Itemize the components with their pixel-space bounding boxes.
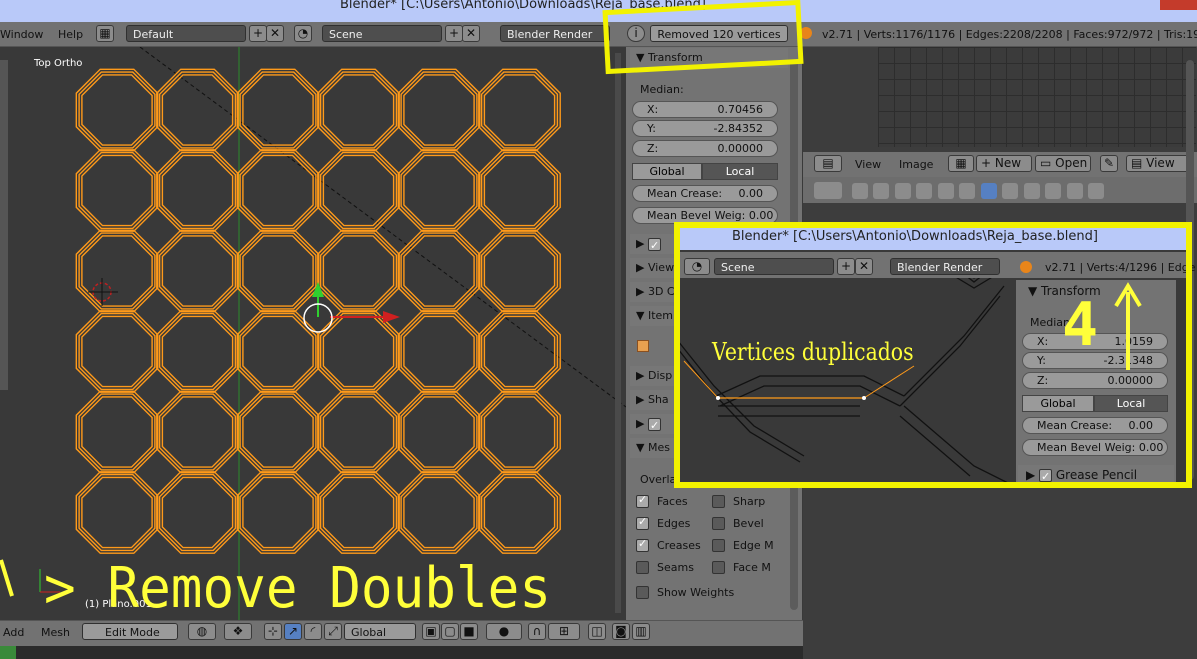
face-marks-label: Face M bbox=[733, 561, 771, 574]
bevel-checkbox[interactable] bbox=[712, 517, 725, 530]
menu-mesh[interactable]: Mesh bbox=[41, 626, 70, 639]
image-editor-grid[interactable] bbox=[878, 47, 1196, 147]
scene-stats: v2.71 | Verts:1176/1176 | Edges:2208/220… bbox=[822, 28, 1197, 41]
overlays-label: Overla bbox=[640, 473, 677, 486]
scene-add-button[interactable]: + bbox=[445, 25, 463, 42]
global-toggle[interactable]: Global bbox=[632, 163, 702, 180]
edge-marks-checkbox[interactable] bbox=[712, 539, 725, 552]
local-toggle[interactable]: Local bbox=[702, 163, 778, 180]
annotation-slash-icon bbox=[0, 552, 14, 605]
scene-remove-button[interactable]: ✕ bbox=[462, 25, 480, 42]
3d-viewport[interactable] bbox=[0, 47, 626, 620]
median-z-field[interactable]: Z: 0.00000 bbox=[632, 140, 778, 157]
median-x-field[interactable]: X: 0.70456 bbox=[632, 101, 778, 118]
vertex-select-icon[interactable]: ▣ bbox=[422, 623, 440, 640]
open-image-button[interactable]: ▭ Open bbox=[1035, 155, 1091, 172]
faces-checkbox[interactable] bbox=[636, 493, 649, 508]
edges-checkbox[interactable] bbox=[636, 515, 649, 530]
sharp-checkbox[interactable] bbox=[712, 495, 725, 508]
render-anim-icon[interactable]: ▥ bbox=[632, 623, 650, 640]
rotate-icon[interactable]: ◜ bbox=[304, 623, 322, 640]
mode-select[interactable]: Edit Mode bbox=[82, 623, 178, 640]
scale-icon[interactable]: ⤢ bbox=[324, 623, 342, 640]
show-weights-label: Show Weights bbox=[657, 586, 735, 599]
render-engine-select[interactable]: Blender Render bbox=[500, 25, 610, 42]
translate-icon[interactable]: ↗ bbox=[284, 623, 302, 640]
menu-add[interactable]: Add bbox=[3, 626, 24, 639]
manipulator-toggle-icon[interactable]: ⊹ bbox=[264, 623, 282, 640]
annotation-vertices-duplicated: Vertices duplicados bbox=[712, 338, 914, 366]
pivot-select[interactable]: ❖ bbox=[224, 623, 252, 640]
close-button[interactable] bbox=[1160, 0, 1197, 10]
edge-select-icon[interactable]: ▢ bbox=[441, 623, 459, 640]
edges-label: Edges bbox=[657, 517, 691, 530]
seams-label: Seams bbox=[657, 561, 694, 574]
annotation-remove-doubles: > Remove Doubles bbox=[44, 556, 552, 621]
creases-checkbox[interactable] bbox=[636, 537, 649, 552]
new-image-button[interactable]: + New bbox=[976, 155, 1032, 172]
face-marks-checkbox[interactable] bbox=[712, 561, 725, 574]
render-icon[interactable]: ◫ bbox=[588, 623, 606, 640]
layout-remove-button[interactable]: ✕ bbox=[266, 25, 284, 42]
scene-select[interactable]: Scene bbox=[322, 25, 442, 42]
camera-icon[interactable]: ◙ bbox=[612, 623, 630, 640]
creases-label: Creases bbox=[657, 539, 701, 552]
proportional-edit-select[interactable]: ● bbox=[486, 623, 522, 640]
sharp-label: Sharp bbox=[733, 495, 766, 508]
bevel-label: Bevel bbox=[733, 517, 764, 530]
section-1-checkbox[interactable] bbox=[647, 236, 661, 256]
view-label: Top Ortho bbox=[34, 58, 83, 69]
properties-tab-icons[interactable] bbox=[814, 182, 1104, 202]
face-select-icon[interactable]: ■ bbox=[460, 623, 478, 640]
highlight-info-message bbox=[602, 0, 804, 75]
annotation-arrow-icon bbox=[1112, 282, 1144, 375]
viewport-shading-select[interactable]: ◍ bbox=[188, 623, 216, 640]
layout-add-button[interactable]: + bbox=[249, 25, 267, 42]
menu-window[interactable]: Window bbox=[0, 28, 43, 41]
menu-help[interactable]: Help bbox=[58, 28, 83, 41]
viewport-scrollbar[interactable] bbox=[615, 53, 621, 613]
median-y-field[interactable]: Y: -2.84352 bbox=[632, 120, 778, 137]
pin-icon[interactable]: ✎ bbox=[1100, 155, 1118, 172]
section-7-checkbox[interactable] bbox=[647, 416, 661, 436]
snap-element-select[interactable]: ⊞ bbox=[548, 623, 580, 640]
layout-select[interactable]: Default bbox=[126, 25, 246, 42]
object-cube-icon bbox=[637, 340, 649, 352]
scene-icon[interactable]: ◔ bbox=[294, 25, 312, 42]
annotation-number: 4 bbox=[1062, 290, 1099, 360]
edge-marks-label: Edge M bbox=[733, 539, 774, 552]
menu-view[interactable]: View bbox=[855, 158, 881, 171]
layout-icon[interactable]: ▦ bbox=[96, 25, 114, 42]
toolshelf-edge[interactable] bbox=[0, 60, 8, 390]
orientation-select[interactable]: Global bbox=[344, 623, 416, 640]
menu-image[interactable]: Image bbox=[899, 158, 933, 171]
editor-type-icon[interactable]: ▤ bbox=[814, 155, 842, 172]
mesh-grid bbox=[39, 47, 626, 620]
show-weights-checkbox[interactable] bbox=[636, 586, 649, 599]
snap-toggle-icon[interactable]: ∩ bbox=[528, 623, 546, 640]
mean-crease-field[interactable]: Mean Crease: 0.00 bbox=[632, 185, 778, 202]
image-browse-icon[interactable]: ▦ bbox=[948, 155, 974, 172]
seams-checkbox[interactable] bbox=[636, 561, 649, 574]
view-mode-select[interactable]: ▤ View bbox=[1126, 155, 1190, 172]
median-label: Median: bbox=[640, 83, 684, 96]
faces-label: Faces bbox=[657, 495, 688, 508]
timeline-marker bbox=[0, 646, 16, 659]
